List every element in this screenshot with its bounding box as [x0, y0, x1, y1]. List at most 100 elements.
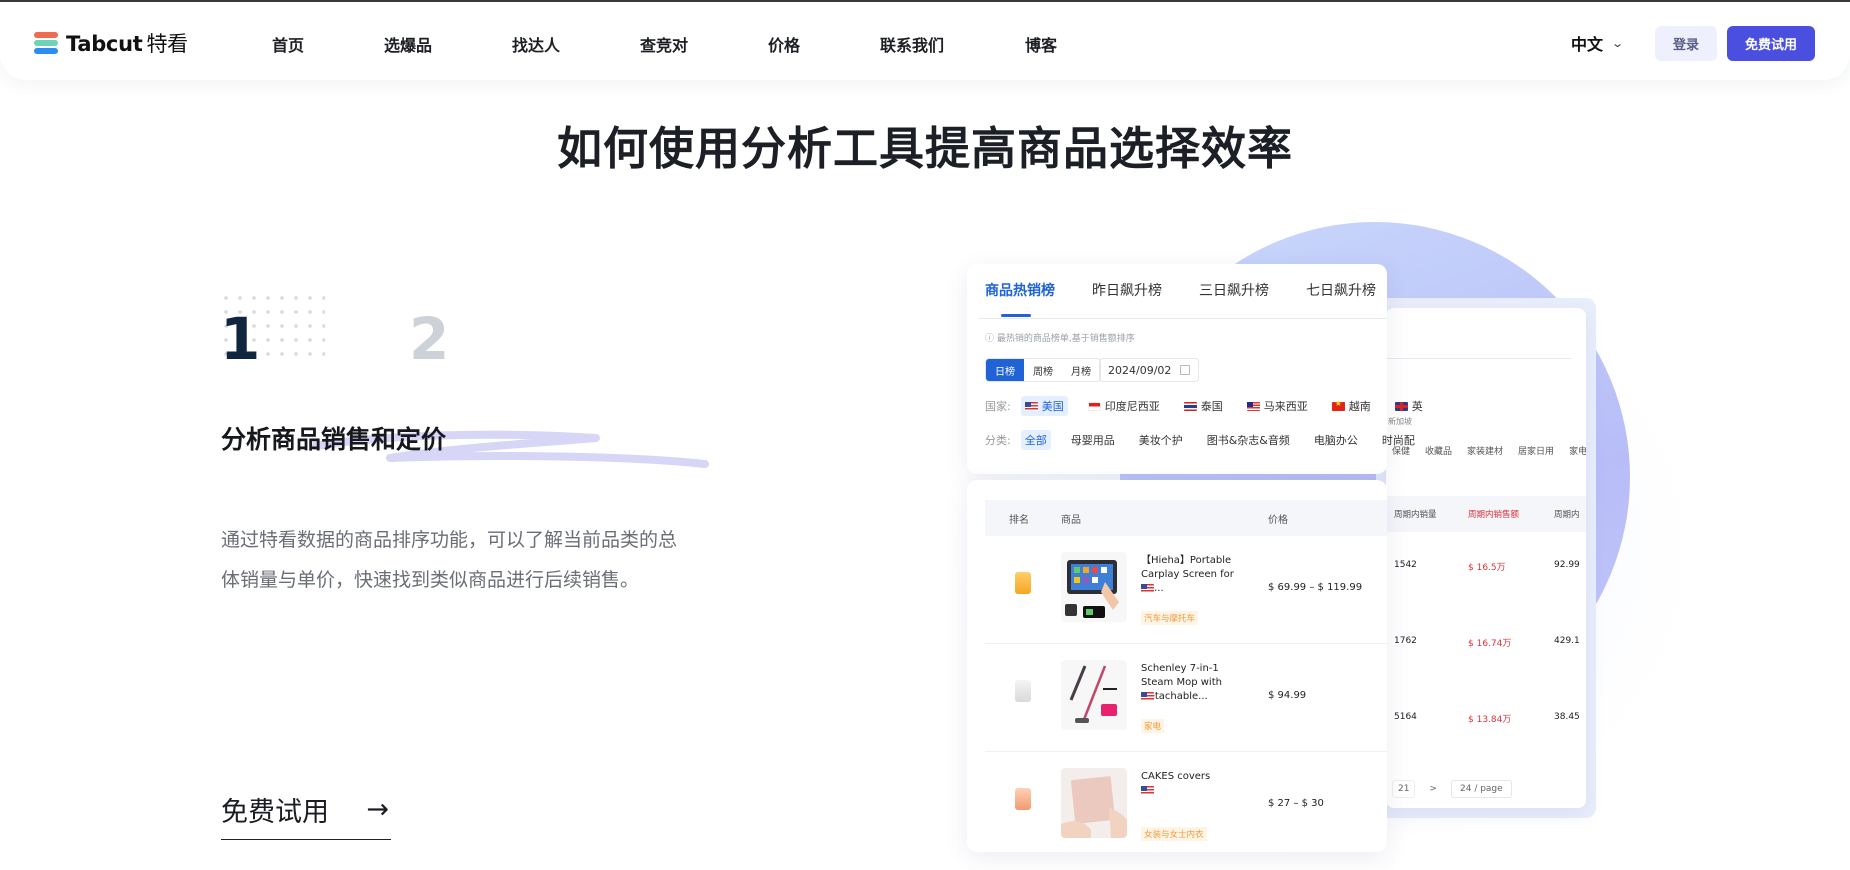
pagination: 21 > 24 / page: [1392, 780, 1512, 798]
indonesia-flag-icon: [1087, 401, 1101, 411]
free-trial-link[interactable]: 免费试用 →: [221, 790, 391, 840]
next-page-icon[interactable]: >: [1429, 784, 1437, 794]
product-title[interactable]: Schenley 7-in-1 Steam Mop with Detachabl…: [1141, 662, 1251, 704]
header-price: 价格: [1268, 515, 1288, 526]
page-size-select[interactable]: 24 / page: [1451, 780, 1512, 798]
ranking-tabs: 商品热销榜 昨日飙升榜 三日飙升榜 七日飙升榜: [985, 280, 1413, 300]
category-chip[interactable]: 家装建材: [1467, 444, 1503, 457]
table-row[interactable]: Schenley 7-in-1 Steam Mop with Detachabl…: [985, 644, 1387, 752]
nav-link-competitors[interactable]: 查竞对: [640, 32, 688, 56]
tab-7day-rising[interactable]: 七日飙升榜: [1306, 280, 1376, 300]
tab-yesterday-rising[interactable]: 昨日飙升榜: [1092, 280, 1162, 300]
category-chip[interactable]: 居家日用: [1518, 444, 1554, 457]
ranking-filter-card: 商品热销榜 昨日飙升榜 三日飙升榜 七日飙升榜 ⓘ 最热销的商品榜单,基于销售额…: [967, 264, 1423, 474]
category-chip-all[interactable]: 全部: [1020, 430, 1051, 450]
brand-name: Tabcut: [66, 32, 143, 56]
active-tab-indicator: [1001, 314, 1031, 317]
top-nav: Tabcut 特看 首页 选爆品 找达人 查竞对 价格 联系我们 博客 中文 ⌄ …: [0, 2, 1850, 80]
revenue-value: $ 16.5万: [1468, 563, 1506, 573]
vietnam-flag-icon: [1331, 399, 1345, 411]
date-value: 2024/09/02: [1108, 363, 1172, 377]
ranking-table-card: 排名 商品 价格 【Hieha】Portable Carplay Screen …: [967, 480, 1387, 852]
header-revenue[interactable]: 周期内销售额: [1468, 508, 1519, 520]
product-price: $ 94.99: [1268, 690, 1307, 701]
nav-link-creators[interactable]: 找达人: [512, 32, 560, 56]
table-row[interactable]: CAKES covers 女装与女士内衣 $ 27 – $ 30: [985, 752, 1387, 852]
header-sales[interactable]: 周期内销量: [1394, 508, 1437, 520]
section-title: 分析商品销售和定价: [221, 425, 447, 454]
country-chip-vn[interactable]: 越南: [1328, 396, 1375, 416]
nav-link-contact[interactable]: 联系我们: [880, 32, 944, 56]
category-tag: 家电: [1141, 719, 1165, 733]
us-flag-icon: [1024, 401, 1038, 411]
page-number[interactable]: 21: [1392, 780, 1416, 798]
category-tag: 女装与女士内衣: [1141, 827, 1207, 841]
country-overflow: 新加坡: [1388, 417, 1412, 426]
period-weekly[interactable]: 周榜: [1024, 359, 1062, 381]
nav-link-pricing[interactable]: 价格: [768, 32, 800, 56]
product-image[interactable]: [1061, 768, 1127, 838]
category-chip[interactable]: 家电: [1569, 444, 1586, 457]
period-daily[interactable]: 日榜: [986, 359, 1024, 381]
steam-mop-image: [1069, 665, 1117, 723]
product-image[interactable]: [1061, 660, 1127, 730]
nav-link-blog[interactable]: 博客: [1025, 32, 1057, 56]
country-chip-my[interactable]: 马来西亚: [1243, 396, 1312, 416]
product-price: $ 69.99 – $ 119.99: [1268, 582, 1363, 593]
page-title: 如何使用分析工具提高商品选择效率: [556, 122, 1293, 175]
data-table-back-card: 新加坡 保健 收藏品 家装建材 居家日用 家电 周期内销量 周期内销售额 周期内…: [1386, 308, 1586, 808]
tab-hot-sales[interactable]: 商品热销榜: [985, 280, 1055, 300]
login-button[interactable]: 登录: [1655, 26, 1717, 61]
brand-logo[interactable]: Tabcut 特看: [34, 28, 188, 58]
date-picker[interactable]: 2024/09/02: [1099, 358, 1199, 382]
calendar-icon: [1180, 365, 1190, 375]
brand-name-cn: 特看: [146, 32, 188, 56]
revenue-value: $ 13.84万: [1468, 715, 1512, 725]
product-image[interactable]: [1061, 552, 1127, 622]
ranking-hint: ⓘ 最热销的商品榜单,基于销售额排序: [985, 334, 1135, 344]
chevron-down-icon: ⌄: [1611, 36, 1625, 50]
uk-flag-icon: [1394, 401, 1408, 411]
bronze-medal-icon: [1015, 788, 1031, 810]
extra-value: 38.45: [1554, 712, 1580, 722]
product-title[interactable]: 【Hieha】Portable Carplay Screen for Ca...: [1141, 554, 1251, 596]
us-flag-icon: [1141, 692, 1154, 701]
category-filter: 分类: 全部 母婴用品 美妆个护 图书&杂志&音频 电脑办公 时尚配: [985, 430, 1435, 450]
category-chip[interactable]: 电脑办公: [1310, 430, 1362, 450]
thailand-flag-icon: [1183, 401, 1197, 411]
nav-link-home[interactable]: 首页: [272, 32, 304, 56]
us-flag-icon: [1141, 786, 1154, 795]
tab-3day-rising[interactable]: 三日飙升榜: [1199, 280, 1269, 300]
extra-table-header: 周期内销量 周期内销售额 周期内: [1386, 496, 1586, 532]
free-trial-button[interactable]: 免费试用: [1727, 26, 1815, 61]
header-rank: 排名: [1009, 515, 1029, 526]
logo-icon: [34, 32, 58, 54]
header-extra[interactable]: 周期内: [1554, 508, 1580, 520]
period-toggle: 日榜 周榜 月榜: [985, 358, 1101, 382]
country-chip-us[interactable]: 美国: [1020, 396, 1068, 416]
category-chip[interactable]: 时尚配: [1378, 430, 1419, 450]
step-1[interactable]: 1: [220, 310, 260, 368]
carplay-screen-image: [1065, 560, 1119, 618]
product-title[interactable]: CAKES covers: [1141, 770, 1251, 784]
period-monthly[interactable]: 月榜: [1062, 359, 1100, 381]
step-2[interactable]: 2: [409, 310, 449, 368]
category-chip[interactable]: 图书&杂志&音频: [1203, 430, 1294, 450]
free-trial-link-label: 免费试用: [221, 797, 329, 828]
sales-value: 5164: [1394, 712, 1417, 722]
category-chip[interactable]: 母婴用品: [1067, 430, 1119, 450]
sales-value: 1762: [1394, 636, 1417, 646]
revenue-value: $ 16.74万: [1468, 639, 1512, 649]
extra-value: 92.99: [1554, 560, 1580, 570]
table-row[interactable]: 【Hieha】Portable Carplay Screen for Ca...…: [985, 536, 1387, 644]
language-label: 中文: [1571, 35, 1604, 54]
country-label: 国家:: [985, 400, 1011, 413]
category-chip[interactable]: 美妆个护: [1135, 430, 1187, 450]
product-price: $ 27 – $ 30: [1268, 798, 1324, 809]
country-chip-gb[interactable]: 英: [1391, 396, 1427, 416]
nav-link-products[interactable]: 选爆品: [384, 32, 432, 56]
language-selector[interactable]: 中文 ⌄: [1571, 31, 1625, 55]
malaysia-flag-icon: [1246, 401, 1260, 411]
country-chip-th[interactable]: 泰国: [1180, 396, 1227, 416]
country-chip-id[interactable]: 印度尼西亚: [1084, 396, 1164, 416]
